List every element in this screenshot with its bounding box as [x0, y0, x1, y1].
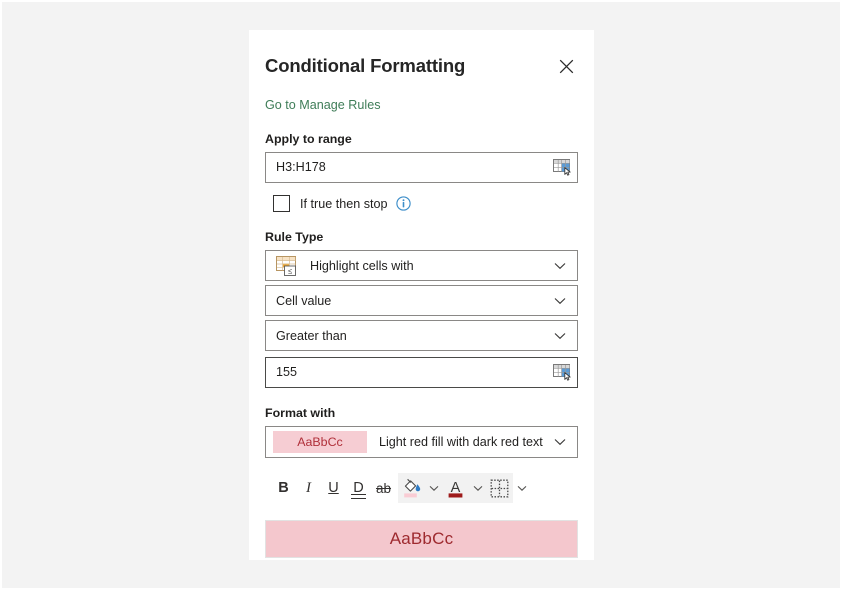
- chevron-down-icon: [551, 332, 569, 340]
- formatting-toolbar: B I U D ab A: [265, 472, 578, 504]
- apply-to-range-label: Apply to range: [265, 132, 352, 146]
- underline-button[interactable]: U: [321, 474, 346, 503]
- format-preview-box: AaBbCc: [265, 520, 578, 558]
- info-icon: [395, 196, 411, 211]
- chevron-down-icon: [551, 297, 569, 305]
- apply-to-range-input[interactable]: H3:H178: [265, 152, 578, 183]
- if-true-then-stop-label: If true then stop: [300, 196, 388, 211]
- range-picker-button[interactable]: [547, 153, 577, 182]
- strikethrough-button[interactable]: ab: [371, 474, 396, 503]
- color-tools-group: A: [398, 473, 513, 503]
- format-with-label: Format with: [265, 406, 336, 420]
- rule-type-label: Rule Type: [265, 230, 324, 244]
- go-to-manage-rules-link[interactable]: Go to Manage Rules: [265, 97, 381, 113]
- page-title: Conditional Formatting: [265, 55, 466, 76]
- font-color-icon: A: [448, 480, 463, 498]
- apply-to-range-value: H3:H178: [276, 160, 326, 175]
- close-button[interactable]: [552, 52, 580, 80]
- borders-icon: [490, 479, 509, 497]
- chevron-down-icon: [429, 485, 438, 491]
- rule-value-input[interactable]: 155: [265, 357, 578, 388]
- format-preview-text: AaBbCc: [389, 529, 454, 548]
- info-button[interactable]: [395, 196, 411, 211]
- format-preview-swatch: AaBbCc: [273, 431, 367, 453]
- format-with-dropdown[interactable]: AaBbCc Light red fill with dark red text: [265, 426, 578, 458]
- rule-subject-value: Cell value: [276, 293, 332, 308]
- range-picker-icon: [552, 364, 571, 381]
- conditional-formatting-panel: Conditional Formatting Go to Manage Rule…: [249, 30, 594, 560]
- italic-button[interactable]: I: [296, 474, 321, 503]
- borders-button[interactable]: [486, 473, 513, 503]
- highlight-cells-icon: ≤: [276, 255, 296, 276]
- rule-value-range-picker-button[interactable]: [547, 358, 577, 387]
- panel-header: Conditional Formatting: [265, 30, 578, 80]
- chevron-down-icon: [551, 438, 569, 446]
- highlight-cells-icon-wrap: ≤: [276, 255, 300, 277]
- fill-color-button[interactable]: [398, 473, 425, 503]
- chevron-down-icon: [517, 485, 526, 491]
- rule-operator-dropdown[interactable]: Greater than: [265, 320, 578, 351]
- close-icon: [559, 59, 573, 73]
- chevron-down-icon: [551, 262, 569, 270]
- borders-chevron[interactable]: [513, 473, 530, 503]
- rule-type-value: Highlight cells with: [310, 258, 414, 273]
- bold-button[interactable]: B: [271, 474, 296, 503]
- range-picker-icon: [552, 159, 571, 176]
- rule-operator-value: Greater than: [276, 328, 347, 343]
- rule-subject-dropdown[interactable]: Cell value: [265, 285, 578, 316]
- chevron-down-icon: [473, 485, 482, 491]
- font-color-button[interactable]: A: [442, 473, 469, 503]
- format-with-value: Light red fill with dark red text: [379, 435, 543, 449]
- if-true-then-stop-row: If true then stop: [265, 195, 578, 212]
- double-underline-button[interactable]: D: [346, 474, 371, 503]
- if-true-then-stop-checkbox[interactable]: [273, 195, 290, 212]
- fill-color-chevron[interactable]: [425, 473, 442, 503]
- font-color-chevron[interactable]: [469, 473, 486, 503]
- svg-text:≤: ≤: [288, 266, 292, 275]
- rule-type-dropdown[interactable]: ≤ Highlight cells with: [265, 250, 578, 281]
- rule-value-text: 155: [276, 365, 298, 380]
- fill-color-icon: [404, 478, 421, 498]
- double-underline-rule: [351, 493, 366, 499]
